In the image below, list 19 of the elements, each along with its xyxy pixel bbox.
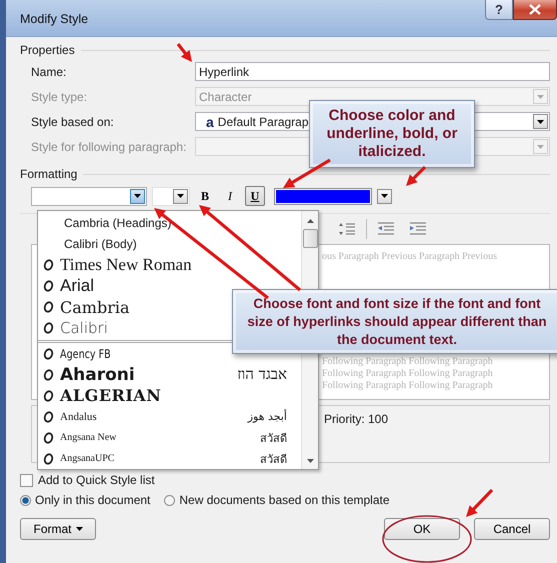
preview-text: Following Paragraph Following Paragraph: [322, 356, 494, 368]
preview-text: Following Paragraph Following Paragraph: [322, 380, 494, 392]
character-style-icon: a: [206, 114, 214, 130]
description-text: Priority: 100: [324, 412, 388, 426]
preview-text: Following Paragraph Following Paragraph: [322, 368, 494, 380]
field-label: Name:: [31, 64, 68, 78]
field-label: Style for following paragraph:: [31, 140, 188, 154]
preview-text: ous Paragraph Previous Paragraph Previous: [322, 251, 498, 263]
section-heading: Properties: [20, 43, 75, 57]
window-title: Modify Style: [19, 11, 88, 26]
callout-text: Choose font and font size if the font and font size of hyperlinks should appear different than the document text.: [246, 294, 548, 348]
script-sample: أبجد هوز: [248, 410, 287, 424]
callout-text: Choose color and underline, bold, or italicized.: [326, 107, 458, 161]
script-sample: สวัสดี: [260, 452, 287, 468]
field-label: Style based on:: [31, 114, 115, 128]
script-sample: אבגד הוז: [237, 365, 287, 384]
script-sample: สวัสดี: [260, 430, 287, 447]
field-label: Style type:: [31, 90, 88, 104]
section-heading: Formatting: [20, 167, 78, 181]
